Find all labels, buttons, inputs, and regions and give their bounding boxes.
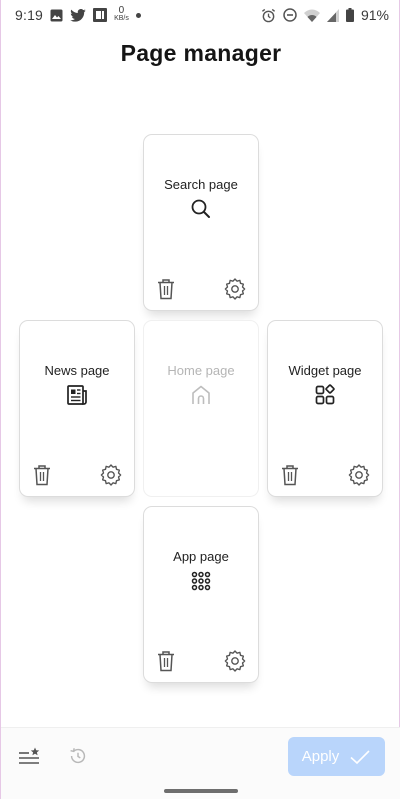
battery-percent: 91%	[360, 7, 389, 23]
news-page-card[interactable]: News page	[19, 320, 135, 497]
home-indicator[interactable]	[164, 789, 238, 793]
settings-search-page-button[interactable]	[224, 278, 246, 300]
home-page-card[interactable]: Home page	[143, 320, 259, 497]
news-page-label: News page	[44, 363, 110, 378]
alarm-icon	[261, 8, 276, 22]
search-icon	[191, 199, 210, 218]
status-bar: 9:19 0 KB/s 91%	[1, 0, 400, 30]
bottom-bar: Apply	[1, 727, 400, 799]
home-page-label: Home page	[167, 363, 235, 378]
battery-icon	[345, 8, 354, 22]
status-bar-left: 9:19 0 KB/s	[15, 5, 141, 23]
app-page-card[interactable]: App page	[143, 506, 259, 683]
widget-page-label: Widget page	[288, 363, 362, 378]
settings-news-page-button[interactable]	[100, 464, 122, 486]
notification-dot	[135, 12, 141, 18]
list-star-icon[interactable]	[18, 747, 40, 767]
twitter-icon	[70, 8, 86, 22]
delete-widget-page-button[interactable]	[280, 464, 300, 486]
status-time: 9:19	[15, 7, 44, 23]
delete-app-page-button[interactable]	[156, 650, 176, 672]
delete-news-page-button[interactable]	[32, 464, 52, 486]
settings-app-page-button[interactable]	[224, 650, 246, 672]
net-speed: 0 KB/s	[114, 5, 129, 23]
search-page-card[interactable]: Search page	[143, 134, 259, 311]
status-bar-right: 91%	[261, 7, 389, 23]
search-page-label: Search page	[164, 177, 238, 192]
page-title: Page manager	[120, 40, 282, 66]
app-grid-icon	[191, 571, 211, 591]
dnd-icon	[283, 8, 297, 22]
apply-label: Apply	[301, 748, 340, 765]
settings-widget-page-button[interactable]	[348, 464, 370, 486]
newspaper-icon	[67, 385, 87, 405]
wifi-icon	[303, 9, 320, 22]
net-speed-value: 0	[118, 5, 125, 16]
widgets-icon	[315, 384, 335, 405]
apply-button[interactable]: Apply	[288, 737, 385, 776]
net-speed-unit: KB/s	[114, 15, 129, 22]
app-page-label: App page	[173, 549, 229, 564]
check-icon	[350, 749, 370, 764]
signal-icon	[326, 8, 339, 22]
gallery-icon	[50, 9, 63, 21]
news-app-icon	[93, 8, 108, 22]
home-icon	[192, 385, 210, 404]
restore-icon[interactable]	[67, 745, 89, 767]
widget-page-card[interactable]: Widget page	[267, 320, 383, 497]
delete-search-page-button[interactable]	[156, 278, 176, 300]
